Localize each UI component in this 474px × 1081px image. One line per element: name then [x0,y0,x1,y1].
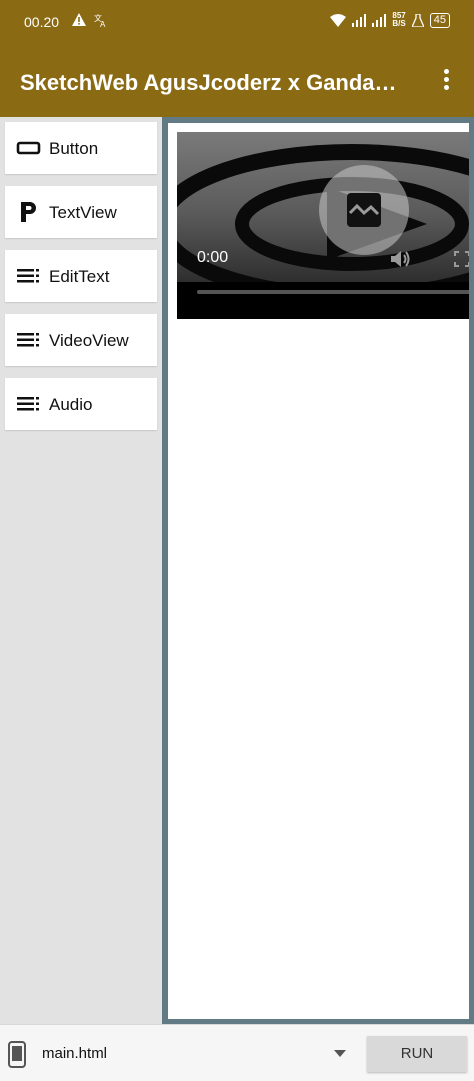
palette-item-edittext[interactable]: EditText [5,250,157,302]
translate-icon: 文A [94,13,106,27]
signal-icon-2 [372,13,387,27]
palette-item-label: Audio [49,395,93,414]
list-lines-icon [17,333,39,347]
phone-icon [8,1041,26,1068]
status-bar: 00.20 文A 857 B/S 45 [0,0,474,46]
palette-item-label: Button [49,139,99,158]
video-progress-bar[interactable] [197,290,469,294]
palette-item-label: EditText [49,267,110,286]
dropdown-arrow-icon[interactable] [334,1050,346,1057]
palette-item-audio[interactable]: Audio [5,378,157,430]
list-lines-icon [17,397,39,411]
palette-item-textview[interactable]: TextView [5,186,157,238]
net-speed: 857 B/S [392,11,406,28]
warning-icon [72,13,86,26]
bottom-bar: main.html RUN [0,1024,474,1081]
button-icon [16,141,41,155]
svg-text:A: A [100,20,106,27]
design-canvas[interactable]: 0:00 [168,123,469,1019]
signal-icon [352,13,367,27]
run-button[interactable]: RUN [367,1036,467,1072]
palette-item-label: VideoView [49,331,129,350]
widget-palette: Button TextView EditText VideoView Audio [0,117,162,1024]
battery-icon: 45 [429,12,450,28]
video-player[interactable]: 0:00 [177,132,469,319]
app-bar: SketchWeb AgusJcoderz x GandaDev [0,46,474,117]
paragraph-icon [21,202,36,222]
palette-item-button[interactable]: Button [5,122,157,174]
fullscreen-icon[interactable] [454,251,469,267]
wifi-icon [330,13,347,27]
status-time: 00.20 [24,14,60,30]
volume-icon[interactable] [390,249,412,269]
palette-item-videoview[interactable]: VideoView [5,314,157,366]
list-lines-icon [17,269,39,283]
broken-image-icon [319,165,409,255]
file-selector[interactable]: main.html [42,1045,107,1062]
palette-item-label: TextView [49,203,117,222]
design-canvas-frame: 0:00 [162,117,474,1024]
app-title: SketchWeb AgusJcoderz x GandaDev [20,70,410,95]
overflow-menu-button[interactable] [434,69,458,93]
video-time: 0:00 [197,249,229,266]
flask-icon [411,13,424,27]
